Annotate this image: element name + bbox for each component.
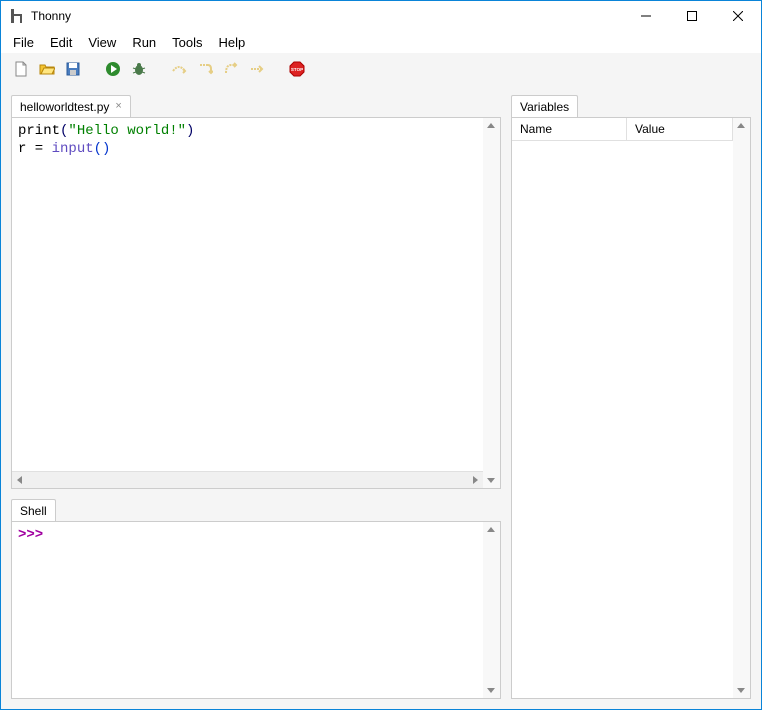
debug-icon[interactable] (129, 59, 149, 79)
stop-icon[interactable]: STOP (287, 59, 307, 79)
menu-file[interactable]: File (5, 33, 42, 52)
editor-panel: helloworldtest.py × print("Hello world!"… (11, 95, 501, 489)
variables-panel: Variables Name Value (511, 95, 751, 699)
client-area: helloworldtest.py × print("Hello world!"… (1, 85, 761, 709)
maximize-button[interactable] (669, 1, 715, 31)
menu-view[interactable]: View (80, 33, 124, 52)
resume-icon[interactable] (247, 59, 267, 79)
variables-body: Name Value (511, 117, 751, 699)
variables-tab[interactable]: Variables (511, 95, 578, 117)
run-icon[interactable] (103, 59, 123, 79)
shell-tab[interactable]: Shell (11, 499, 56, 521)
save-file-icon[interactable] (63, 59, 83, 79)
editor-hscroll[interactable] (12, 471, 483, 488)
app-window: Thonny File Edit View Run Tools Help (0, 0, 762, 710)
close-tab-icon[interactable]: × (115, 101, 121, 112)
variables-col-value[interactable]: Value (627, 118, 733, 140)
shell-body: >>> (11, 521, 501, 699)
variables-tab-label: Variables (520, 100, 569, 114)
window-title: Thonny (31, 9, 623, 23)
menu-tools[interactable]: Tools (164, 33, 210, 52)
variables-vscroll[interactable] (733, 118, 750, 698)
menu-run[interactable]: Run (124, 33, 164, 52)
shell-vscroll[interactable] (483, 522, 500, 698)
svg-text:STOP: STOP (291, 67, 303, 72)
shell-tab-label: Shell (20, 504, 47, 518)
step-over-icon[interactable] (169, 59, 189, 79)
menubar: File Edit View Run Tools Help (1, 31, 761, 53)
titlebar: Thonny (1, 1, 761, 31)
step-out-icon[interactable] (221, 59, 241, 79)
app-icon (9, 8, 25, 24)
close-button[interactable] (715, 1, 761, 31)
variables-list (512, 141, 733, 698)
editor-body: print("Hello world!") r = input() (11, 117, 501, 489)
menu-help[interactable]: Help (211, 33, 254, 52)
editor-vscroll[interactable] (483, 118, 500, 488)
variables-col-name[interactable]: Name (512, 118, 627, 140)
editor-tab-label: helloworldtest.py (20, 100, 109, 114)
minimize-button[interactable] (623, 1, 669, 31)
variables-header: Name Value (512, 118, 733, 141)
new-file-icon[interactable] (11, 59, 31, 79)
open-file-icon[interactable] (37, 59, 57, 79)
step-into-icon[interactable] (195, 59, 215, 79)
toolbar: STOP (1, 53, 761, 85)
editor-tab[interactable]: helloworldtest.py × (11, 95, 131, 117)
shell-panel: Shell >>> (11, 499, 501, 699)
menu-edit[interactable]: Edit (42, 33, 80, 52)
code-editor[interactable]: print("Hello world!") r = input() (12, 118, 483, 471)
shell-output[interactable]: >>> (12, 522, 483, 698)
